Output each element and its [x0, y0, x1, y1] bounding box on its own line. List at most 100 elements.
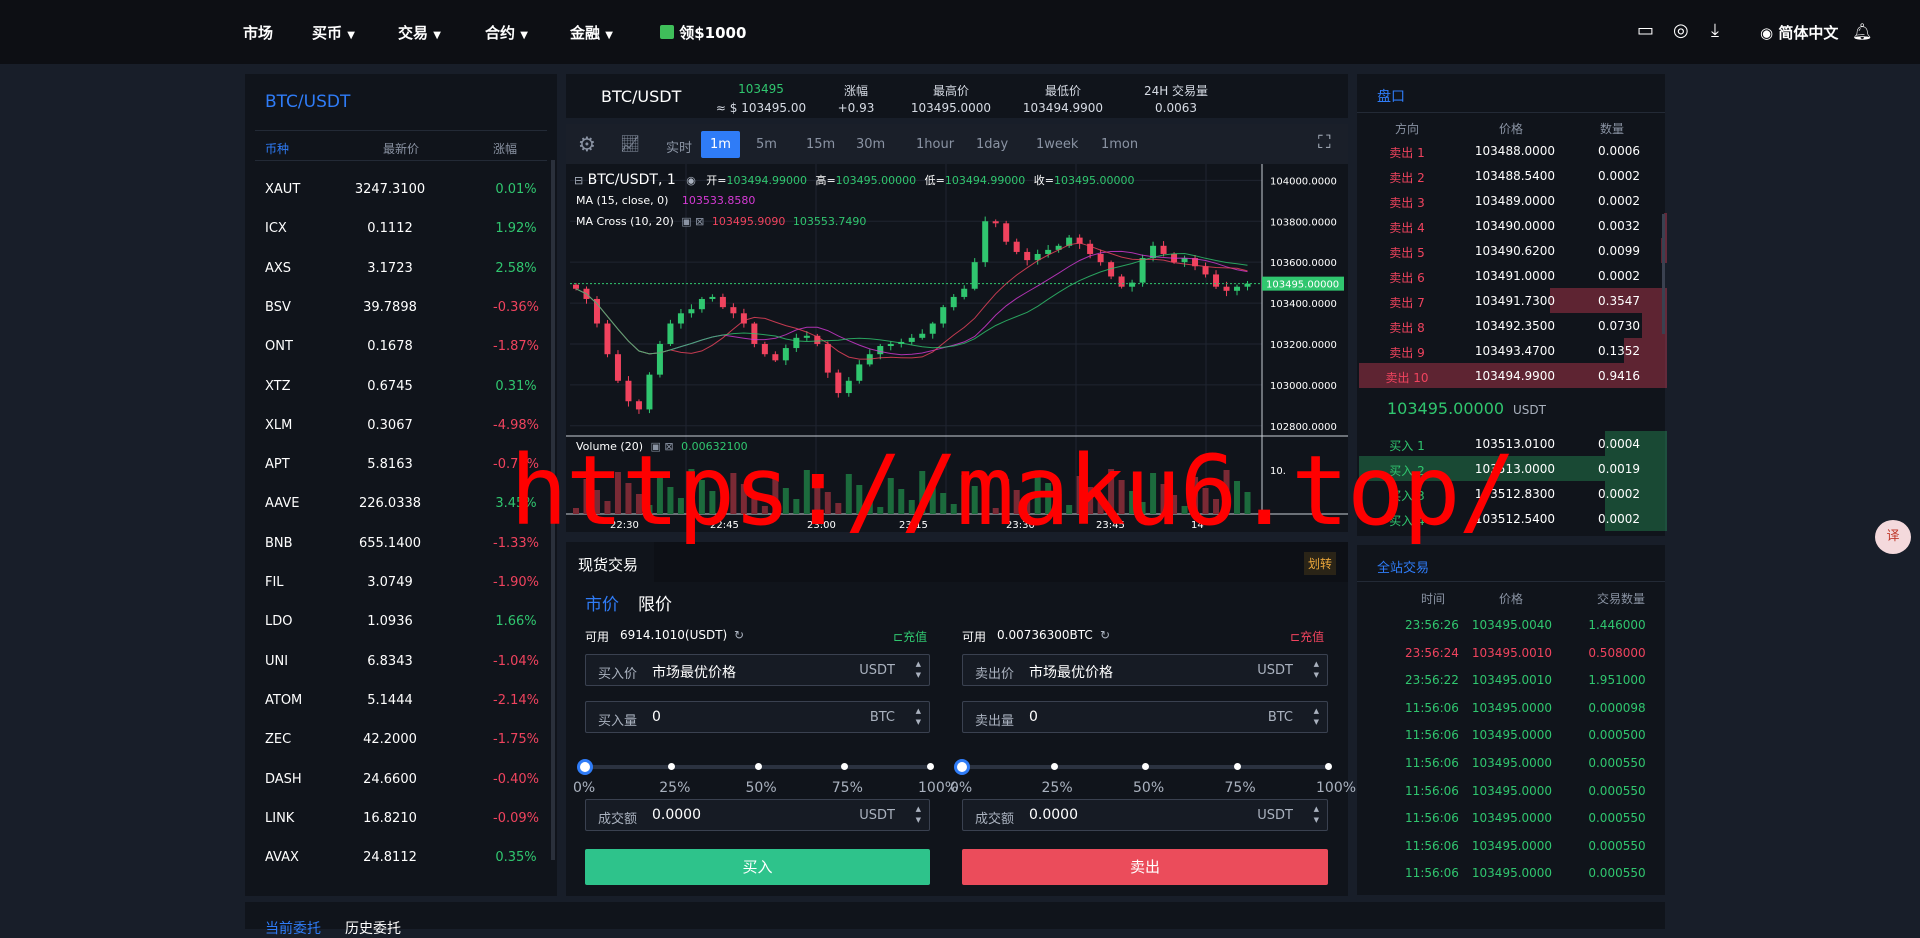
- scrollbar[interactable]: [1662, 214, 1665, 334]
- fullscreen-icon[interactable]: ⛶: [1318, 132, 1331, 153]
- timeframe-5m[interactable]: 5m: [756, 137, 777, 152]
- coin-name: UNI: [265, 653, 289, 669]
- market-row[interactable]: ATOM 5.1444 -2.14%: [245, 681, 555, 720]
- sell-amount-field[interactable]: 成交额 0.0000 USDT ▲ ▼: [962, 799, 1328, 831]
- tab-market-order[interactable]: 市价: [585, 590, 619, 615]
- settings-gear-icon[interactable]: ⚙: [578, 132, 596, 156]
- market-row[interactable]: BSV 39.7898 -0.36%: [245, 288, 555, 327]
- order-side: 卖出 5: [1389, 246, 1425, 260]
- market-row[interactable]: AVAX 24.8112 0.35%: [245, 838, 555, 877]
- sell-deposit-link[interactable]: ⊏充值: [1290, 628, 1324, 645]
- slider-stop[interactable]: [754, 763, 762, 770]
- stepper-icon[interactable]: ▲ ▼: [916, 659, 921, 681]
- close-icon[interactable]: ⊠: [695, 215, 704, 228]
- trade-qty: 0.000098: [1588, 700, 1646, 715]
- timeframe-30m[interactable]: 30m: [856, 137, 885, 152]
- slider-stop[interactable]: [927, 763, 934, 770]
- timeframe-实时[interactable]: 实时: [666, 137, 692, 156]
- candle: [908, 337, 915, 342]
- sell-quantity-field[interactable]: 卖出量 0 BTC ▲ ▼: [962, 701, 1328, 733]
- market-row[interactable]: XLM 0.3067 -4.98%: [245, 406, 555, 445]
- stepper-icon[interactable]: ▲ ▼: [1314, 804, 1319, 826]
- market-row[interactable]: ZEC 42.2000 -1.75%: [245, 720, 555, 759]
- wallet-icon[interactable]: ▭: [1637, 20, 1654, 41]
- tab-limit-order[interactable]: 限价: [638, 590, 672, 615]
- ask-row[interactable]: 卖出 8 103492.3500 0.0730: [1357, 313, 1667, 338]
- buy-quantity-field[interactable]: 买入量 0 BTC ▲ ▼: [585, 701, 930, 733]
- market-row[interactable]: AAVE 226.0338 3.45%: [245, 484, 555, 523]
- ask-row[interactable]: 卖出 1 103488.0000 0.0006: [1357, 138, 1667, 163]
- market-row[interactable]: XTZ 0.6745 0.31%: [245, 367, 555, 406]
- coin-change: -1.90%: [493, 575, 539, 590]
- slider-stop[interactable]: [1325, 763, 1332, 770]
- stepper-icon[interactable]: ▲ ▼: [916, 804, 921, 826]
- slider-handle[interactable]: [577, 759, 593, 775]
- market-row[interactable]: XAUT 3247.3100 0.01%: [245, 170, 555, 209]
- ask-row[interactable]: 卖出 2 103488.5400 0.0002: [1357, 163, 1667, 188]
- market-row[interactable]: ONT 0.1678 -1.87%: [245, 327, 555, 366]
- nav-finance[interactable]: 金融 ▼: [570, 22, 613, 43]
- collapse-icon[interactable]: ⊟: [574, 174, 583, 187]
- stepper-icon[interactable]: ▲ ▼: [1314, 659, 1319, 681]
- refresh-icon[interactable]: ↻: [734, 628, 744, 642]
- market-row[interactable]: FIL 3.0749 -1.90%: [245, 563, 555, 602]
- nav-promo[interactable]: 领$1000: [660, 22, 746, 43]
- translate-icon[interactable]: 译: [1875, 520, 1911, 554]
- ask-row[interactable]: 卖出 10 103494.9900 0.9416: [1357, 363, 1667, 388]
- market-row[interactable]: AXS 3.1723 2.58%: [245, 249, 555, 288]
- bell-icon[interactable]: 🔔︎: [1852, 22, 1872, 41]
- nav-market[interactable]: 市场: [243, 22, 273, 43]
- nav-trade[interactable]: 交易 ▼: [398, 22, 441, 43]
- indicator-icon[interactable]: 📈︎: [620, 134, 640, 153]
- language-switch[interactable]: ◉ 简体中文: [1760, 22, 1838, 43]
- timeframe-15m[interactable]: 15m: [806, 137, 835, 152]
- timeframe-1day[interactable]: 1day: [976, 137, 1008, 152]
- spot-title[interactable]: 现货交易: [578, 554, 638, 575]
- slider-stop[interactable]: [1142, 763, 1149, 770]
- nav-buy-coin[interactable]: 买币 ▼: [312, 22, 355, 43]
- sell-price-field[interactable]: 卖出价 市场最优价格 USDT ▲ ▼: [962, 654, 1328, 686]
- eye-icon[interactable]: ◉: [686, 174, 696, 187]
- trade-price: 103495.0000: [1471, 728, 1553, 743]
- buy-button[interactable]: 买入: [585, 849, 930, 885]
- tab-current-orders[interactable]: 当前委托: [265, 918, 321, 938]
- user-icon[interactable]: ◎: [1673, 20, 1689, 41]
- eye-icon[interactable]: ▣: [681, 215, 691, 228]
- tab-history-orders[interactable]: 历史委托: [345, 918, 401, 938]
- transfer-button[interactable]: 划转: [1303, 552, 1336, 575]
- ask-row[interactable]: 卖出 6 103491.0000 0.0002: [1357, 263, 1667, 288]
- market-row[interactable]: ICX 0.1112 1.92%: [245, 209, 555, 248]
- stepper-icon[interactable]: ▲ ▼: [916, 706, 921, 728]
- market-row[interactable]: UNI 6.8343 -1.04%: [245, 642, 555, 681]
- timeframe-1week[interactable]: 1week: [1036, 137, 1078, 152]
- refresh-icon[interactable]: ↻: [1100, 628, 1110, 642]
- download-icon[interactable]: ⤓: [1711, 20, 1719, 41]
- buy-deposit-link[interactable]: ⊏充值: [893, 628, 927, 645]
- header-coin[interactable]: 币种: [265, 140, 289, 157]
- market-row[interactable]: LINK 16.8210 -0.09%: [245, 799, 555, 838]
- slider-stop[interactable]: [1233, 763, 1241, 770]
- header-change[interactable]: 涨幅: [493, 140, 517, 157]
- trade-row: 11:56:06 103495.0000 0.000098: [1357, 694, 1667, 721]
- market-row[interactable]: BNB 655.1400 -1.33%: [245, 524, 555, 563]
- buy-amount-field[interactable]: 成交额 0.0000 USDT ▲ ▼: [585, 799, 930, 831]
- stepper-icon[interactable]: ▲ ▼: [1314, 706, 1319, 728]
- ask-row[interactable]: 卖出 7 103491.7300 0.3547: [1357, 288, 1667, 313]
- timeframe-1mon[interactable]: 1mon: [1101, 137, 1138, 152]
- timeframe-1m[interactable]: 1m: [701, 131, 740, 158]
- ask-row[interactable]: 卖出 4 103490.0000 0.0032: [1357, 213, 1667, 238]
- ask-row[interactable]: 卖出 5 103490.6200 0.0099: [1357, 238, 1667, 263]
- market-row[interactable]: LDO 1.0936 1.66%: [245, 602, 555, 641]
- market-row[interactable]: APT 5.8163 -0.71%: [245, 445, 555, 484]
- buy-price-field[interactable]: 买入价 市场最优价格 USDT ▲ ▼: [585, 654, 930, 686]
- nav-contract[interactable]: 合约 ▼: [485, 22, 528, 43]
- slider-stop[interactable]: [1050, 763, 1058, 770]
- timeframe-1hour[interactable]: 1hour: [916, 137, 954, 152]
- sell-button[interactable]: 卖出: [962, 849, 1328, 885]
- header-price[interactable]: 最新价: [383, 140, 419, 157]
- ask-row[interactable]: 卖出 9 103493.4700 0.1352: [1357, 338, 1667, 363]
- slider-stop[interactable]: [840, 763, 848, 770]
- slider-handle[interactable]: [954, 759, 970, 775]
- ask-row[interactable]: 卖出 3 103489.0000 0.0002: [1357, 188, 1667, 213]
- market-row[interactable]: DASH 24.6600 -0.40%: [245, 760, 555, 799]
